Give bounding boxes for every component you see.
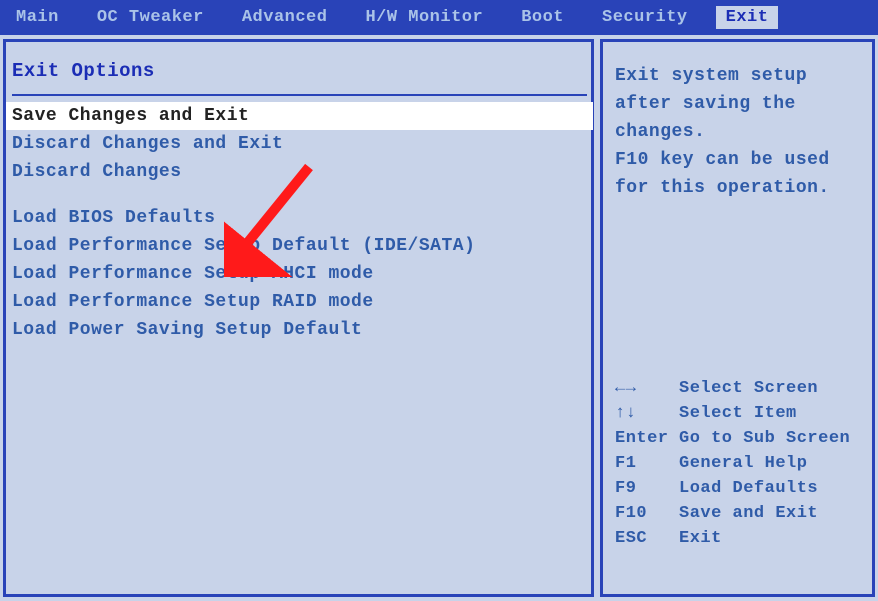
key-label: ESC (615, 529, 679, 548)
key-desc: Select Item (679, 404, 797, 423)
help-line: after saving the (615, 90, 862, 118)
divider (12, 94, 587, 96)
content-area: Exit Options Save Changes and Exit Disca… (0, 35, 878, 601)
key-row-esc: ESC Exit (615, 526, 862, 551)
section-title: Exit Options (12, 52, 587, 92)
menu-oc-tweaker[interactable]: OC Tweaker (87, 6, 214, 29)
help-text: Exit system setup after saving the chang… (609, 52, 868, 206)
option-load-power-saving[interactable]: Load Power Saving Setup Default (12, 316, 587, 344)
menu-boot[interactable]: Boot (511, 6, 574, 29)
option-discard-changes-exit[interactable]: Discard Changes and Exit (12, 130, 587, 158)
option-load-bios-defaults[interactable]: Load BIOS Defaults (12, 204, 587, 232)
key-label: F1 (615, 454, 679, 473)
option-save-changes-exit[interactable]: Save Changes and Exit (6, 102, 593, 130)
options-panel: Exit Options Save Changes and Exit Disca… (3, 39, 594, 597)
option-discard-changes[interactable]: Discard Changes (12, 158, 587, 186)
menu-exit[interactable]: Exit (716, 6, 779, 29)
key-row-f10: F10 Save and Exit (615, 501, 862, 526)
key-row-f9: F9 Load Defaults (615, 476, 862, 501)
menu-security[interactable]: Security (592, 6, 698, 29)
help-line: for this operation. (615, 174, 862, 202)
key-label: Enter (615, 429, 679, 448)
bios-menubar: Main OC Tweaker Advanced H/W Monitor Boo… (0, 0, 878, 35)
option-load-perf-ide-sata[interactable]: Load Performance Setup Default (IDE/SATA… (12, 232, 587, 260)
key-legend: ←→ Select Screen ↑↓ Select Item Enter Go… (609, 376, 868, 551)
key-desc: Select Screen (679, 379, 818, 398)
help-line: changes. (615, 118, 862, 146)
key-label: F9 (615, 479, 679, 498)
key-row-enter: Enter Go to Sub Screen (615, 426, 862, 451)
key-row-select-item: ↑↓ Select Item (615, 401, 862, 426)
key-row-select-screen: ←→ Select Screen (615, 376, 862, 401)
key-label: ←→ (615, 379, 679, 398)
option-load-perf-raid[interactable]: Load Performance Setup RAID mode (12, 288, 587, 316)
help-line: Exit system setup (615, 62, 862, 90)
key-desc: Go to Sub Screen (679, 429, 850, 448)
key-desc: General Help (679, 454, 807, 473)
menu-main[interactable]: Main (6, 6, 69, 29)
help-panel: Exit system setup after saving the chang… (600, 39, 875, 597)
key-label: ↑↓ (615, 404, 679, 423)
menu-hw-monitor[interactable]: H/W Monitor (355, 6, 493, 29)
key-desc: Save and Exit (679, 504, 818, 523)
key-desc: Load Defaults (679, 479, 818, 498)
key-row-f1: F1 General Help (615, 451, 862, 476)
option-load-perf-ahci[interactable]: Load Performance Setup AHCI mode (12, 260, 587, 288)
key-desc: Exit (679, 529, 722, 548)
key-label: F10 (615, 504, 679, 523)
menu-advanced[interactable]: Advanced (232, 6, 338, 29)
help-line: F10 key can be used (615, 146, 862, 174)
